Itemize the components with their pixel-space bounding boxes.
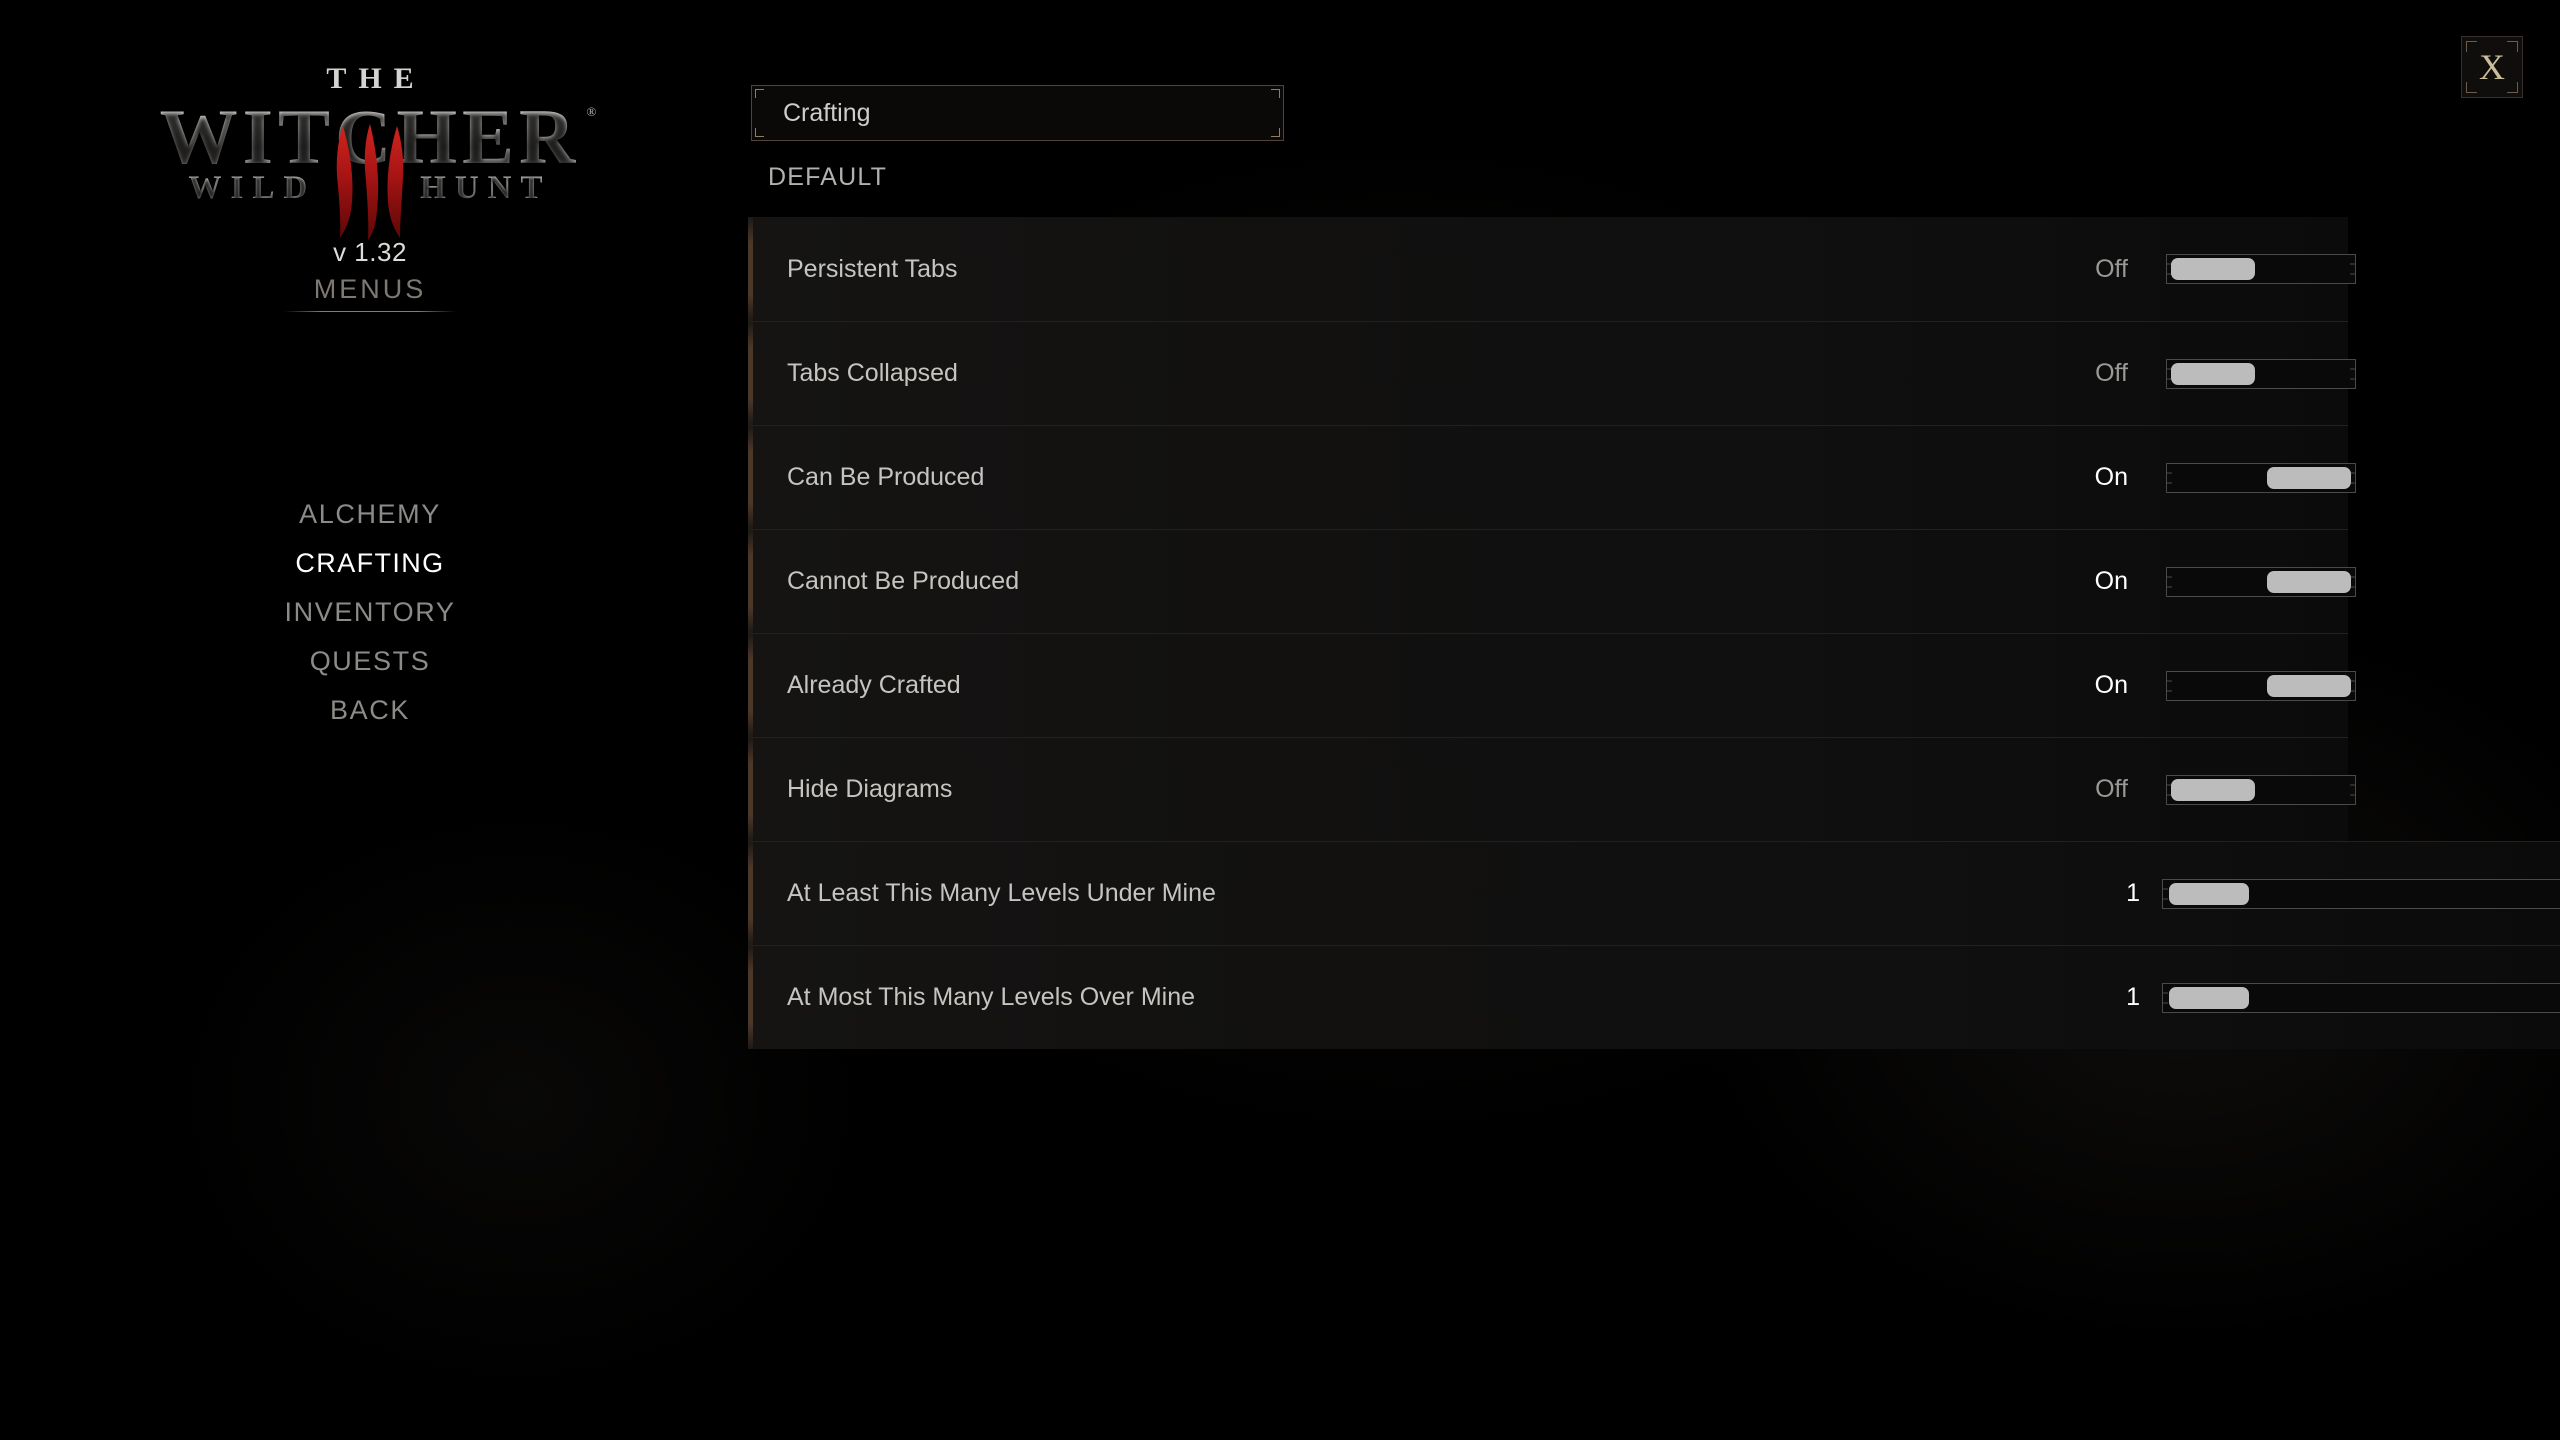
- settings-row-value: On: [2094, 671, 2128, 699]
- title-corner-tl: [755, 89, 764, 98]
- logo-witcher-wrap: WITCHER ®: [160, 98, 597, 176]
- sidebar-item-inventory[interactable]: INVENTORY: [259, 588, 482, 637]
- settings-row[interactable]: Cannot Be Produced On: [748, 529, 2356, 633]
- settings-row[interactable]: Persistent Tabs Off: [748, 217, 2356, 321]
- title-corner-tr: [1271, 89, 1280, 98]
- menu-list: ALCHEMY CRAFTING INVENTORY QUESTS BACK: [0, 490, 740, 735]
- settings-row-value: Off: [2095, 775, 2128, 803]
- settings-row[interactable]: At Least This Many Levels Under Mine 1: [748, 841, 2560, 945]
- toggle-knob[interactable]: [2171, 258, 2255, 280]
- settings-rows: Persistent Tabs Off Tabs Collapsed Off Can B…: [748, 217, 2560, 1049]
- settings-row-value: On: [2094, 463, 2128, 491]
- game-version: v 1.32: [333, 237, 407, 267]
- sidebar-item-crafting[interactable]: CRAFTING: [269, 539, 470, 588]
- logo-the-text: THE: [326, 62, 426, 95]
- control-notch-right: [2350, 263, 2356, 275]
- settings-toggle[interactable]: [2166, 462, 2356, 493]
- settings-row-label: Can Be Produced: [787, 463, 985, 491]
- control-notch-right: [2350, 368, 2356, 379]
- control-notch-left: [2166, 680, 2172, 691]
- sidebar-item-alchemy[interactable]: ALCHEMY: [273, 490, 467, 539]
- settings-row-label: At Most This Many Levels Over Mine: [787, 983, 1196, 1011]
- logo-registered-mark: ®: [586, 104, 597, 119]
- page-title-box: Crafting: [751, 85, 1284, 141]
- control-notch-left: [2166, 472, 2172, 483]
- settings-toggle[interactable]: [2166, 358, 2356, 389]
- control-notch-right: [2350, 784, 2356, 795]
- logo-hunt-text: HUNT: [368, 170, 551, 207]
- toggle-knob[interactable]: [2171, 778, 2255, 801]
- settings-row[interactable]: Can Be Produced On: [748, 425, 2356, 529]
- sidebar: THE WITCHER ® WILD HUNT v 1.32 MENUS ALC…: [0, 0, 740, 1440]
- settings-row[interactable]: Hide Diagrams Off: [748, 737, 2356, 841]
- title-corner-bl: [755, 128, 764, 137]
- settings-toggle[interactable]: [2166, 566, 2356, 597]
- logo-witcher-text: WITCHER: [159, 93, 581, 180]
- section-label: DEFAULT: [768, 163, 888, 191]
- control-notch-left: [2162, 888, 2168, 899]
- settings-row-value: Off: [2095, 254, 2128, 283]
- settings-row-label: Persistent Tabs: [787, 254, 958, 283]
- control-notch-left: [2162, 992, 2168, 1003]
- toggle-knob[interactable]: [2267, 674, 2351, 697]
- game-logo: THE WITCHER ® WILD HUNT v 1.32 MENUS: [0, 64, 740, 312]
- settings-row[interactable]: Already Crafted On: [748, 633, 2356, 737]
- toggle-knob[interactable]: [2267, 466, 2351, 489]
- settings-row-label: Hide Diagrams: [787, 775, 953, 803]
- slider-handle[interactable]: [2169, 986, 2249, 1009]
- settings-row-value: 1: [2126, 983, 2140, 1011]
- settings-row-label: At Least This Many Levels Under Mine: [787, 879, 1216, 907]
- settings-toggle[interactable]: [2166, 254, 2356, 284]
- settings-content: Crafting DEFAULT Persistent Tabs Off Tabs …: [748, 0, 2560, 1440]
- slider-handle[interactable]: [2169, 882, 2249, 905]
- settings-row-value: 1: [2126, 879, 2140, 907]
- settings-toggle[interactable]: [2166, 670, 2356, 701]
- title-corner-br: [1271, 128, 1280, 137]
- logo-wild-text: WILD: [188, 170, 368, 207]
- settings-slider[interactable]: [2162, 982, 2560, 1013]
- settings-row-label: Already Crafted: [787, 671, 961, 699]
- sidebar-item-back[interactable]: BACK: [304, 686, 436, 735]
- settings-row-label: Cannot Be Produced: [787, 567, 1020, 595]
- settings-row-value: Off: [2095, 359, 2128, 387]
- witcher-menu-screen: THE WITCHER ® WILD HUNT v 1.32 MENUS ALC…: [0, 0, 2560, 1440]
- sidebar-item-quests[interactable]: QUESTS: [284, 637, 457, 686]
- settings-toggle[interactable]: [2166, 774, 2356, 805]
- toggle-knob[interactable]: [2267, 570, 2351, 593]
- control-notch-left: [2166, 576, 2172, 587]
- page-title: Crafting: [783, 98, 871, 127]
- toggle-knob[interactable]: [2171, 362, 2255, 385]
- settings-row[interactable]: Tabs Collapsed Off: [748, 321, 2356, 425]
- settings-row-value: On: [2094, 567, 2128, 595]
- menus-heading: MENUS: [313, 274, 427, 304]
- logo-subtitle-row: WILD HUNT: [0, 124, 740, 240]
- menus-divider: [284, 311, 456, 312]
- settings-slider[interactable]: [2162, 878, 2560, 909]
- settings-row-label: Tabs Collapsed: [787, 359, 958, 387]
- settings-row[interactable]: At Most This Many Levels Over Mine 1: [748, 945, 2560, 1049]
